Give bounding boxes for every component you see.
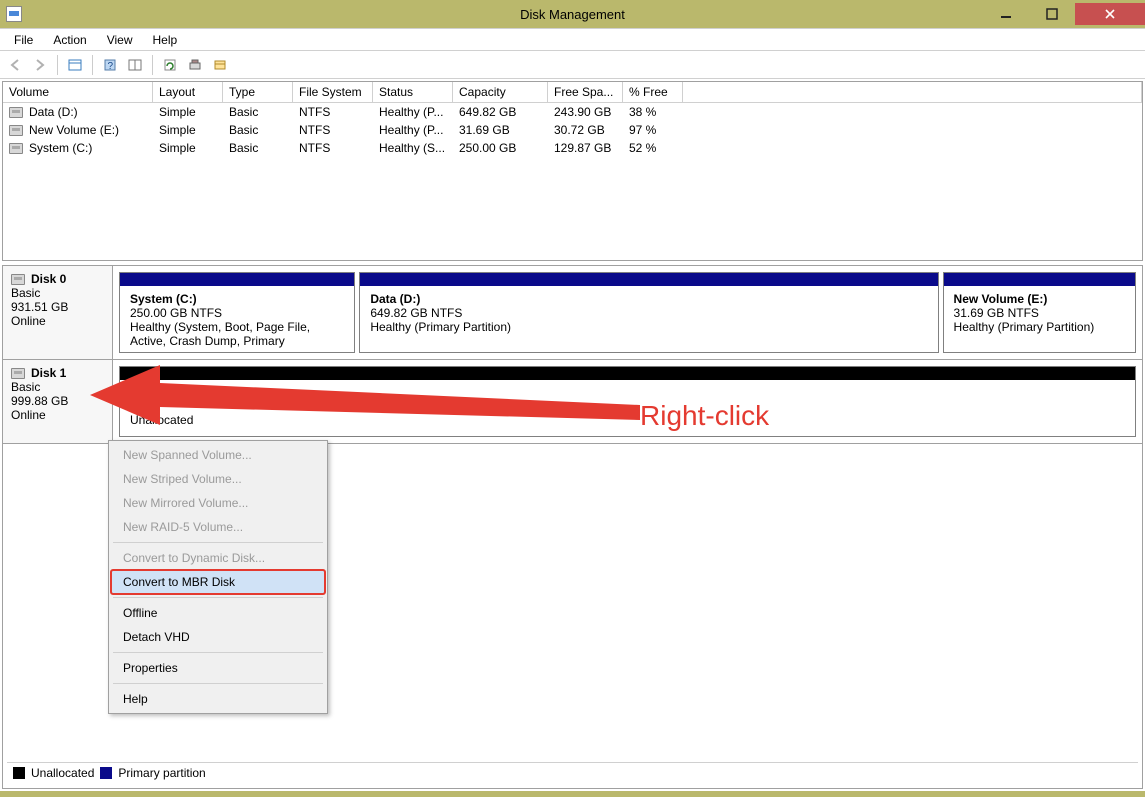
settings-icon[interactable] bbox=[209, 54, 231, 76]
disk-row: Disk 0Basic931.51 GBOnlineSystem (C:)250… bbox=[3, 266, 1142, 360]
partition[interactable]: System (C:)250.00 GB NTFSHealthy (System… bbox=[119, 272, 355, 353]
back-icon[interactable] bbox=[4, 54, 26, 76]
disk-partitions: Unallocated bbox=[113, 360, 1142, 443]
legend-label-unallocated: Unallocated bbox=[31, 766, 94, 780]
context-menu-item: Convert to Dynamic Disk... bbox=[111, 546, 325, 570]
context-menu-item[interactable]: Properties bbox=[111, 656, 325, 680]
disk-partitions: System (C:)250.00 GB NTFSHealthy (System… bbox=[113, 266, 1142, 359]
context-menu-item: New Spanned Volume... bbox=[111, 443, 325, 467]
volume-icon bbox=[9, 143, 23, 154]
context-menu-item: New RAID-5 Volume... bbox=[111, 515, 325, 539]
context-menu-item: New Striped Volume... bbox=[111, 467, 325, 491]
maximize-button[interactable] bbox=[1029, 3, 1075, 25]
disk-row: Disk 1Basic999.88 GBOnlineUnallocated bbox=[3, 360, 1142, 444]
legend-label-primary: Primary partition bbox=[118, 766, 205, 780]
menu-action[interactable]: Action bbox=[43, 31, 96, 49]
partition-unallocated[interactable]: Unallocated bbox=[119, 366, 1136, 437]
volume-icon bbox=[9, 125, 23, 136]
menubar: File Action View Help bbox=[0, 28, 1145, 50]
legend-swatch-primary bbox=[100, 767, 112, 779]
volume-row[interactable]: New Volume (E:)SimpleBasicNTFSHealthy (P… bbox=[3, 121, 1142, 139]
volume-row[interactable]: Data (D:)SimpleBasicNTFSHealthy (P...649… bbox=[3, 103, 1142, 121]
show-hide-console-icon[interactable] bbox=[64, 54, 86, 76]
disk-icon bbox=[11, 368, 25, 379]
disk-info[interactable]: Disk 0Basic931.51 GBOnline bbox=[3, 266, 113, 359]
col-status[interactable]: Status bbox=[373, 82, 453, 103]
col-layout[interactable]: Layout bbox=[153, 82, 223, 103]
volume-list-header: Volume Layout Type File System Status Ca… bbox=[3, 82, 1142, 103]
menu-file[interactable]: File bbox=[4, 31, 43, 49]
volume-row[interactable]: System (C:)SimpleBasicNTFSHealthy (S...2… bbox=[3, 139, 1142, 157]
partition[interactable]: Data (D:)649.82 GB NTFSHealthy (Primary … bbox=[359, 272, 938, 353]
window-controls bbox=[983, 3, 1145, 25]
legend-swatch-unallocated bbox=[13, 767, 25, 779]
col-filesystem[interactable]: File System bbox=[293, 82, 373, 103]
close-button[interactable] bbox=[1075, 3, 1145, 25]
separator bbox=[92, 55, 93, 75]
col-pctfree[interactable]: % Free bbox=[623, 82, 683, 103]
context-menu-item[interactable]: Detach VHD bbox=[111, 625, 325, 649]
disk-icon bbox=[11, 274, 25, 285]
forward-icon[interactable] bbox=[29, 54, 51, 76]
col-filler bbox=[683, 82, 1142, 103]
context-menu-item[interactable]: Offline bbox=[111, 601, 325, 625]
titlebar: Disk Management bbox=[0, 0, 1145, 28]
app-icon bbox=[6, 6, 22, 22]
context-menu-item: New Mirrored Volume... bbox=[111, 491, 325, 515]
context-menu-item[interactable]: Convert to MBR Disk bbox=[111, 570, 325, 594]
col-free[interactable]: Free Spa... bbox=[548, 82, 623, 103]
svg-text:?: ? bbox=[108, 61, 114, 72]
view-icon[interactable] bbox=[124, 54, 146, 76]
col-volume[interactable]: Volume bbox=[3, 82, 153, 103]
refresh-icon[interactable] bbox=[159, 54, 181, 76]
help-icon[interactable]: ? bbox=[99, 54, 121, 76]
minimize-button[interactable] bbox=[983, 3, 1029, 25]
window-title: Disk Management bbox=[0, 7, 1145, 22]
volume-list[interactable]: Volume Layout Type File System Status Ca… bbox=[2, 81, 1143, 261]
separator bbox=[152, 55, 153, 75]
menu-help[interactable]: Help bbox=[143, 31, 188, 49]
menu-view[interactable]: View bbox=[97, 31, 143, 49]
context-menu: New Spanned Volume...New Striped Volume.… bbox=[108, 440, 328, 714]
partition[interactable]: New Volume (E:)31.69 GB NTFSHealthy (Pri… bbox=[943, 272, 1136, 353]
rescan-disks-icon[interactable] bbox=[184, 54, 206, 76]
legend: Unallocated Primary partition bbox=[7, 762, 1138, 782]
col-capacity[interactable]: Capacity bbox=[453, 82, 548, 103]
context-menu-item[interactable]: Help bbox=[111, 687, 325, 711]
col-type[interactable]: Type bbox=[223, 82, 293, 103]
volume-icon bbox=[9, 107, 23, 118]
annotation-label: Right-click bbox=[640, 400, 769, 432]
disk-info[interactable]: Disk 1Basic999.88 GBOnline bbox=[3, 360, 113, 443]
separator bbox=[57, 55, 58, 75]
toolbar: ? bbox=[0, 50, 1145, 78]
